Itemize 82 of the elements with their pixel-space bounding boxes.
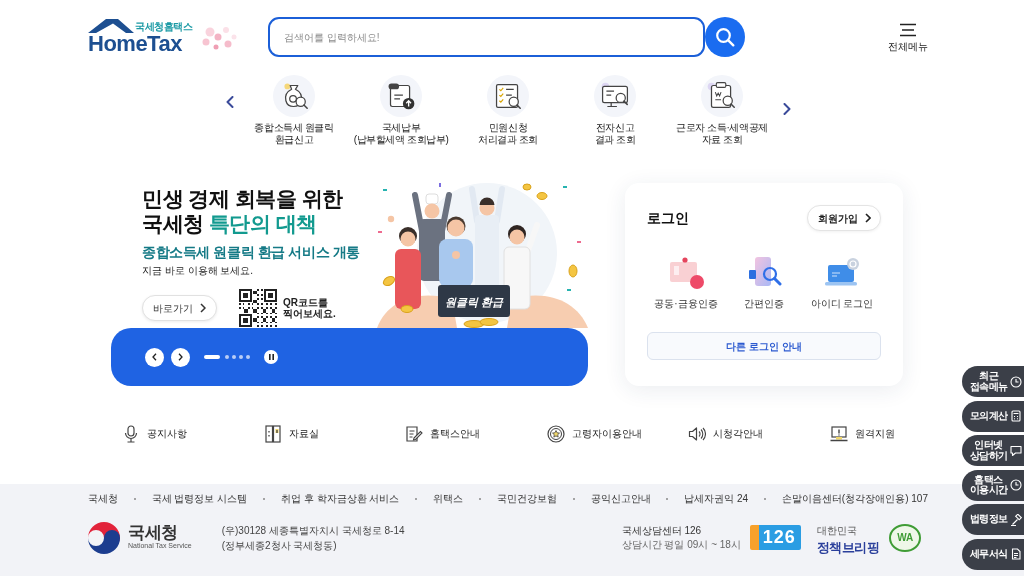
footer-link[interactable]: 국세 법령정보 시스템 xyxy=(151,492,248,506)
accessibility-mark: WA xyxy=(889,523,922,552)
shortcut-link[interactable]: 시청각안내 xyxy=(688,424,830,443)
chevron-left-icon xyxy=(152,353,157,361)
slide-indicator[interactable] xyxy=(204,355,220,359)
pause-icon xyxy=(268,354,274,360)
footer-link[interactable]: 납세자권익 24 xyxy=(684,492,749,506)
calculator-icon xyxy=(1010,410,1022,422)
briefing-logo: 대한민국 정책브리핑 xyxy=(816,524,880,556)
banner-note: 지금 바로 이용해 보세요. xyxy=(142,265,255,278)
signup-button[interactable]: 회원가입 xyxy=(807,205,881,231)
clock-icon xyxy=(1010,479,1022,491)
shortcut-link[interactable]: 공지사항 xyxy=(122,424,264,443)
login-method-button[interactable]: 간편인증 xyxy=(725,256,803,310)
microphone-icon xyxy=(122,424,140,443)
certificate-card-icon xyxy=(668,256,704,290)
side-menu-button[interactable]: 홈택스 이용시간 xyxy=(962,469,1024,501)
checklist-search-icon xyxy=(487,75,529,117)
hotline-logo: 126 xyxy=(749,525,801,551)
shortcut-link[interactable]: 홈택스안내 xyxy=(405,424,547,443)
clipboard-search-icon xyxy=(701,75,743,117)
side-menu-button[interactable]: 법령정보 xyxy=(962,504,1024,535)
footer-link[interactable]: 취업 후 학자금상환 서비스 xyxy=(281,492,400,506)
side-menu-button[interactable]: 모의계산 xyxy=(962,400,1024,432)
search-button[interactable] xyxy=(705,17,745,57)
all-menu-button[interactable]: 전체메뉴 xyxy=(888,22,928,52)
footer-link[interactable]: 손말이음센터(청각장애인용) 107 xyxy=(781,492,928,506)
previous-slide-button[interactable] xyxy=(145,347,164,367)
login-method-button[interactable]: 공동·금융인증 xyxy=(647,256,725,310)
logo-caption: 국세청홈택스 xyxy=(135,22,192,32)
side-menu-button[interactable]: 최근 접속메뉴 xyxy=(962,366,1024,397)
pause-button[interactable] xyxy=(264,350,278,364)
chevron-right-icon xyxy=(200,303,206,314)
clock-icon xyxy=(1010,375,1022,388)
chevron-right-icon xyxy=(782,103,791,115)
logo-wordmark: HomeTax xyxy=(88,33,182,55)
search-field[interactable]: 검색어를 입력하세요! xyxy=(268,17,705,57)
footer-link[interactable]: 국민건강보험 xyxy=(496,492,557,506)
footer-link[interactable]: 국세청 xyxy=(88,492,118,506)
banner-title: 민생 경제 회복을 위한 국세청 특단의 대책 xyxy=(142,186,344,237)
footer-link[interactable]: 위택스 xyxy=(433,492,464,506)
chevron-left-icon xyxy=(225,96,234,108)
chat-bubble-icon xyxy=(1010,444,1022,457)
other-login-button[interactable]: 다른 로그인 안내 xyxy=(647,332,881,360)
money-bag-search-icon xyxy=(273,75,315,117)
side-menu-button[interactable]: 인터넷 상담하기 xyxy=(962,435,1024,466)
monitor-search-icon xyxy=(594,75,636,117)
quick-menu-item[interactable]: 근로자 소득·세액공제 자료 조회 xyxy=(668,75,776,146)
gavel-icon xyxy=(1010,513,1022,526)
quick-menu-item[interactable]: 전자신고 결과 조회 xyxy=(561,75,669,146)
sign-board: 원클릭 환급 xyxy=(438,285,510,317)
next-slide-button[interactable] xyxy=(171,347,190,367)
cabinet-icon xyxy=(263,424,282,443)
quick-menu-item[interactable]: 국세납부 (납부할세액 조회납부) xyxy=(347,75,455,146)
call-center-title: 국세상담센터 126 xyxy=(621,523,703,538)
chevron-right-icon xyxy=(178,353,183,361)
menu-icon xyxy=(899,22,917,37)
quick-menu-item[interactable]: 종합소득세 원클릭 환급신고 xyxy=(240,75,348,146)
footer-link[interactable]: 공익신고안내 xyxy=(590,492,651,506)
search-icon xyxy=(715,27,735,47)
shortcut-link[interactable]: 자료실 xyxy=(263,424,405,443)
qr-caption: QR코드를 찍어보세요. xyxy=(283,296,336,320)
document-pencil-icon xyxy=(405,424,423,443)
footer-address: (우)30128 세종특별자치시 국세청로 8-14 (정부세종2청사 국세청동) xyxy=(221,523,406,553)
star-badge-icon xyxy=(546,424,565,443)
login-method-button[interactable]: 아이디 로그인 xyxy=(803,256,881,310)
go-button[interactable]: 바로가기 xyxy=(142,295,217,322)
banner-subtitle: 종합소득세 원클릭 환급 서비스 개통 xyxy=(142,244,361,262)
shortcut-link[interactable]: 원격지원 xyxy=(829,424,895,443)
qr-code-icon xyxy=(239,289,277,328)
agency-name: 국세청 xyxy=(128,524,179,543)
house-roof-icon xyxy=(88,19,134,33)
document-icon xyxy=(1010,548,1022,560)
login-title: 로그인 xyxy=(647,209,689,227)
quick-menu-item[interactable]: 민원신청 처리결과 조회 xyxy=(454,75,562,146)
shortcut-link[interactable]: 고령자이용안내 xyxy=(546,424,688,443)
taegeuk-emblem-icon xyxy=(88,521,120,554)
call-center-hours: 상담시간 평일 09시 ~ 18시 xyxy=(621,537,742,552)
monitor-alert-icon xyxy=(829,424,848,443)
speaker-icon xyxy=(688,424,706,443)
chevron-right-icon xyxy=(864,213,871,223)
document-upload-icon xyxy=(380,75,422,117)
